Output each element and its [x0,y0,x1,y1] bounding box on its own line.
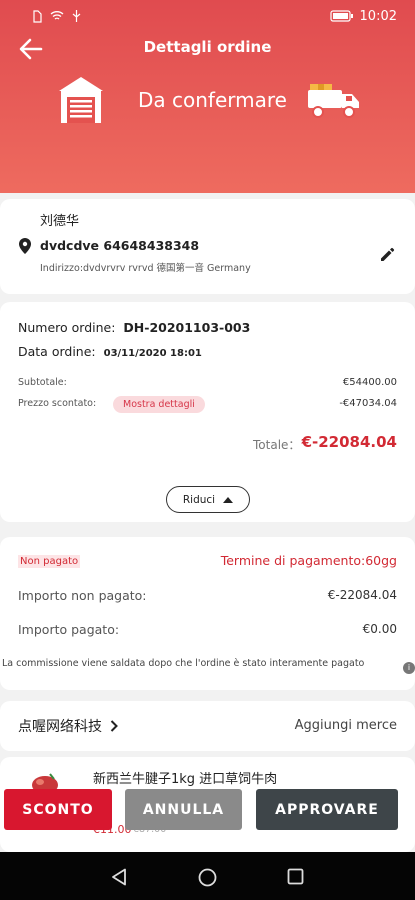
total-label: Totale： [253,438,301,452]
recipient-phone: dvdcdve 64648438348 [40,238,200,253]
chevron-right-icon [110,720,118,732]
cancel-button[interactable]: ANNULLA [125,789,242,830]
order-number-row: Numero ordine: DH-20201103-003 [18,320,250,335]
usb-icon [72,9,81,22]
order-date-label: Data ordine: [18,344,96,359]
delivery-truck-icon [308,84,359,118]
payment-status-badge: Non pagato [18,555,81,568]
collapse-button[interactable]: Riduci [166,486,250,513]
paid-amount-label: Importo pagato: [18,622,120,637]
shop-name: 点喔网络科技 [18,719,102,735]
edit-address-button[interactable] [378,246,400,268]
total-value: €-22084.04 [301,433,397,451]
nav-home-icon[interactable] [198,868,217,887]
unpaid-amount-label: Importo non pagato: [18,588,147,603]
recipient-address: Indirizzo:dvdvrvrv rvrvd 德国第一音 Germany [40,263,251,274]
pencil-icon [381,247,395,261]
wifi-icon [50,11,64,20]
clock: 10:02 [359,8,397,24]
order-status: Da confermare [138,88,287,112]
order-date-value: 03/11/2020 18:01 [103,348,202,359]
recipient-name: 刘德华 [40,214,80,229]
nav-recents-icon[interactable] [287,868,304,885]
info-icon[interactable]: i [403,662,415,674]
approve-button[interactable]: APPROVARE [256,789,398,830]
location-pin-icon [19,238,31,254]
show-details-badge[interactable]: Mostra dettagli [113,396,205,413]
payment-terms: Termine di pagamento:60gg [220,553,397,568]
unpaid-amount-value: €-22084.04 [327,588,397,602]
order-number-value: DH-20201103-003 [123,320,251,335]
order-number-label: Numero ordine: [18,320,116,335]
collapse-label: Riduci [182,493,216,506]
subtotal-label: Subtotale: [18,377,67,388]
status-bar: 10:02 [0,0,415,32]
subtotal-value: €54400.00 [342,377,397,388]
add-goods-link[interactable]: Aggiungi merce [295,718,397,733]
warehouse-icon [59,77,103,123]
product-name: 新西兰牛腱子1kg 进口草饲牛肉 [93,772,278,787]
paid-amount-value: €0.00 [362,622,397,636]
discount-button[interactable]: SCONTO [4,789,112,830]
discount-value: -€47034.04 [339,398,397,409]
caret-up-icon [223,497,234,503]
nav-back-icon[interactable] [111,868,127,886]
page-title: Dettagli ordine [143,38,272,56]
sim-icon [33,9,42,23]
shop-link[interactable]: 点喔网络科技 [18,716,118,736]
discount-label: Prezzo scontato: [18,398,97,409]
order-date-row: Data ordine: 03/11/2020 18:01 [18,344,202,359]
battery-icon [329,10,353,22]
commission-note: La commissione viene saldata dopo che l'… [2,658,365,669]
